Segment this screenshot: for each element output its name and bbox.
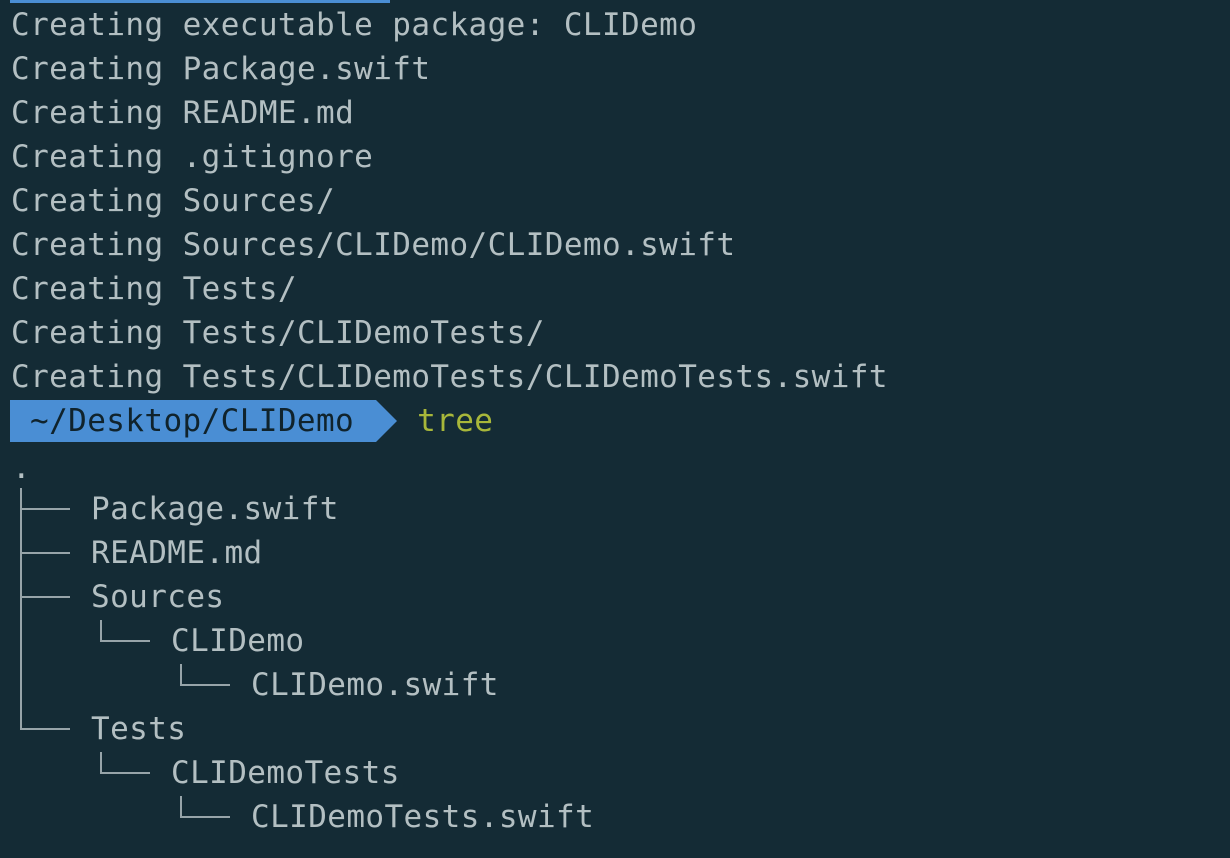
- tree-root: .: [12, 450, 31, 486]
- tree-entry-folder: Sources: [91, 579, 225, 615]
- output-line: Creating Package.swift: [11, 51, 431, 87]
- tree-entry-folder: CLIDemoTests: [171, 755, 400, 791]
- terminal-window[interactable]: Creating executable package: CLIDemo Cre…: [0, 0, 1230, 858]
- output-line: Creating Tests/CLIDemoTests/CLIDemoTests…: [11, 359, 888, 395]
- prompt-path: ~/Desktop/CLIDemo: [10, 400, 377, 442]
- tree-entry-folder: CLIDemo: [171, 623, 305, 659]
- prompt-arrow-icon: [376, 400, 398, 442]
- tree-entry-file: Package.swift: [91, 491, 339, 527]
- tree-entry-file: CLIDemoTests.swift: [251, 799, 595, 835]
- tree-entry-file: README.md: [91, 535, 263, 571]
- shell-prompt: ~/Desktop/CLIDemo tree: [10, 400, 493, 442]
- output-line: Creating Sources/CLIDemo/CLIDemo.swift: [11, 227, 736, 263]
- tree-entry-file: CLIDemo.swift: [251, 667, 499, 703]
- output-line: Creating Tests/CLIDemoTests/: [11, 315, 545, 351]
- output-line: Creating executable package: CLIDemo: [11, 7, 698, 43]
- output-line: Creating Tests/: [11, 271, 297, 307]
- output-line: Creating .gitignore: [11, 139, 374, 175]
- prompt-command: tree: [417, 403, 494, 439]
- output-line: Creating Sources/: [11, 183, 336, 219]
- tree-entry-folder: Tests: [91, 711, 187, 747]
- output-line: Creating README.md: [11, 95, 355, 131]
